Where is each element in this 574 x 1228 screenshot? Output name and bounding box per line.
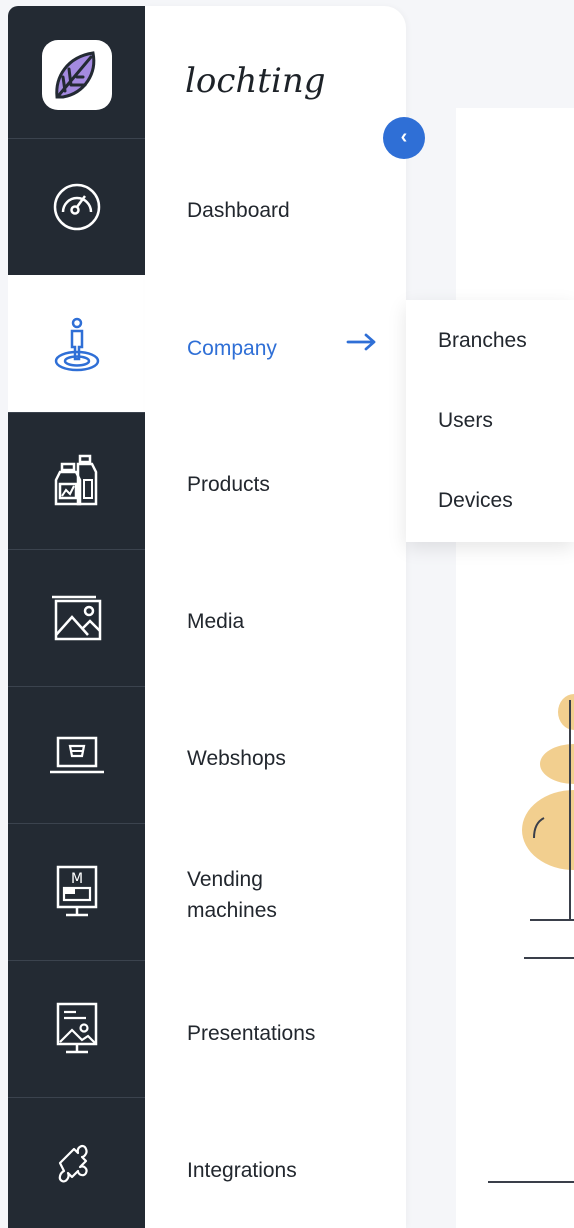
rail-item-webshops[interactable] xyxy=(8,686,145,823)
menu-item-integrations[interactable]: Integrations xyxy=(187,1155,297,1186)
rail-logo[interactable] xyxy=(8,6,145,143)
laptop-cart-icon xyxy=(49,736,104,774)
image-icon xyxy=(51,595,101,641)
vending-machine-icon: M xyxy=(56,865,97,917)
menu-item-products[interactable]: Products xyxy=(187,469,270,500)
puzzle-icon xyxy=(58,1144,88,1183)
arrow-right-icon xyxy=(346,333,376,351)
svg-text:M: M xyxy=(70,871,82,887)
rail-item-media[interactable] xyxy=(8,549,145,686)
submenu-item-devices[interactable]: Devices xyxy=(438,486,513,516)
collapse-sidebar-button[interactable]: ‹ xyxy=(383,117,425,159)
rail-item-vending[interactable]: M xyxy=(8,823,145,960)
lochting-wordmark: lochting xyxy=(185,61,325,101)
menu-item-dashboard[interactable]: Dashboard xyxy=(187,195,290,226)
brand-logo[interactable]: lochting xyxy=(185,54,365,114)
rail-item-dashboard[interactable] xyxy=(8,138,145,275)
rail-item-integrations[interactable] xyxy=(8,1097,145,1228)
rail-item-products[interactable] xyxy=(8,412,145,549)
company-submenu: Branches Users Devices xyxy=(406,300,574,542)
chevron-left-icon: ‹ xyxy=(400,126,408,148)
plant-illustration xyxy=(488,694,574,1183)
menu-item-company[interactable]: Company xyxy=(187,333,277,364)
speedometer-icon xyxy=(53,183,100,231)
menu-item-vending-machines[interactable]: Vending machines xyxy=(187,864,317,926)
person-pin-icon xyxy=(54,317,99,371)
menu-item-webshops[interactable]: Webshops xyxy=(187,743,286,774)
rail-item-company[interactable] xyxy=(8,275,145,412)
submenu-item-branches[interactable]: Branches xyxy=(438,326,527,356)
bottles-icon xyxy=(54,454,97,506)
menu-item-media[interactable]: Media xyxy=(187,606,244,637)
rail-item-presentations[interactable] xyxy=(8,960,145,1097)
svg-text:lochting: lochting xyxy=(185,61,325,101)
icon-rail: M xyxy=(8,6,145,1228)
presentation-icon xyxy=(56,1002,97,1054)
menu-item-presentations[interactable]: Presentations xyxy=(187,1018,315,1049)
logo-icon xyxy=(41,39,112,110)
submenu-item-users[interactable]: Users xyxy=(438,406,493,436)
